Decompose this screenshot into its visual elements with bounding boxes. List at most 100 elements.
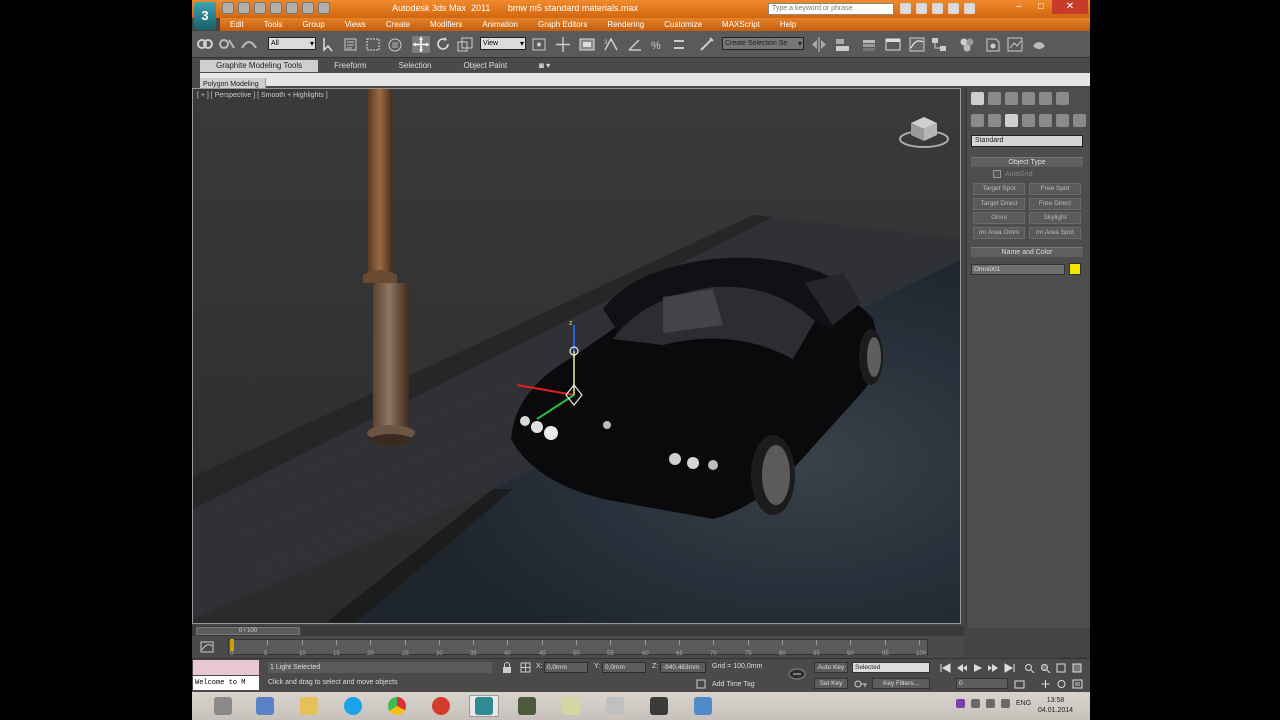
utilities-tab-icon[interactable] (1056, 92, 1069, 105)
taskbar-app-10[interactable] (600, 695, 630, 717)
tray-app-icon[interactable] (956, 699, 965, 708)
x-coordinate-field[interactable]: 0,0mm (544, 662, 588, 673)
tray-flag-icon[interactable] (986, 699, 995, 708)
key-icon[interactable] (854, 678, 868, 690)
taskbar-clock[interactable]: 13:58 04.01.2014 (1038, 696, 1073, 716)
set-key-button[interactable]: Set Key (814, 678, 848, 689)
taskbar-start-app[interactable] (208, 695, 238, 717)
viewcube-icon[interactable] (897, 113, 951, 149)
select-and-scale-icon[interactable] (456, 36, 474, 53)
menu-views[interactable]: Views (335, 18, 376, 31)
layer-manager-icon[interactable] (860, 36, 878, 53)
maximize-button[interactable]: □ (1030, 0, 1052, 14)
hold-icon[interactable] (302, 2, 314, 14)
time-slider[interactable]: 0 / 100 (192, 626, 964, 636)
orbit-icon[interactable] (1056, 679, 1067, 689)
play-icon[interactable] (972, 663, 983, 673)
rectangular-selection-icon[interactable] (364, 36, 382, 53)
taskbar-chrome[interactable] (382, 695, 412, 717)
z-coordinate-field[interactable]: -940,463mm (660, 662, 706, 673)
tab-freeform[interactable]: Freeform (318, 60, 382, 72)
go-to-end-icon[interactable] (1004, 663, 1015, 673)
time-slider-thumb[interactable]: 0 / 100 (196, 627, 300, 635)
open-file-icon[interactable] (238, 2, 250, 14)
menu-help[interactable]: Help (770, 18, 806, 31)
search-input[interactable]: Type a keyword or phrase (768, 3, 894, 15)
pan-view-icon[interactable] (1040, 679, 1051, 689)
mini-curve-editor-icon[interactable] (200, 641, 214, 653)
taskbar-stop-app[interactable] (426, 695, 456, 717)
auto-key-button[interactable]: Auto Key (814, 662, 848, 673)
minimize-button[interactable]: – (1008, 0, 1030, 14)
taskbar-document[interactable] (250, 695, 280, 717)
edit-named-selection-icon[interactable] (698, 36, 716, 53)
name-and-color-rollout[interactable]: Name and Color (971, 247, 1083, 257)
tray-volume-icon[interactable] (1001, 699, 1010, 708)
free-spot-button[interactable]: Free Spot (1029, 183, 1081, 195)
zoom-icon[interactable] (1024, 663, 1035, 673)
graphite-toggle-icon[interactable] (884, 36, 902, 53)
current-frame-marker[interactable] (230, 639, 234, 651)
menu-maxscript[interactable]: MAXScript (712, 18, 770, 31)
tab-graphite-modeling-tools[interactable]: Graphite Modeling Tools (200, 60, 319, 72)
redo-icon[interactable] (286, 2, 298, 14)
mirror-icon[interactable] (810, 36, 828, 53)
target-direct-button[interactable]: Target Direct (973, 198, 1025, 210)
schematic-view-icon[interactable] (930, 36, 948, 53)
space-warps-icon[interactable] (1056, 114, 1069, 127)
align-icon[interactable] (834, 36, 852, 53)
display-tab-icon[interactable] (1039, 92, 1052, 105)
menu-edit[interactable]: Edit (220, 18, 254, 31)
help-icon[interactable] (964, 3, 975, 14)
taskbar-skype[interactable] (338, 695, 368, 717)
ribbon-options-button[interactable]: ◙ ▾ (523, 60, 566, 72)
keyboard-shortcut-override-icon[interactable] (578, 36, 596, 53)
cameras-icon[interactable] (1022, 114, 1035, 127)
close-button[interactable]: ✕ (1052, 0, 1088, 14)
named-selection-sets-dropdown[interactable]: Create Selection Se (722, 37, 804, 50)
render-production-icon[interactable] (1030, 36, 1048, 53)
pivot-center-icon[interactable] (530, 36, 548, 53)
material-editor-icon[interactable] (958, 36, 976, 53)
menu-group[interactable]: Group (292, 18, 334, 31)
maxscript-listener[interactable]: Welcome to M (192, 659, 260, 693)
maximize-viewport-icon[interactable] (1072, 679, 1083, 689)
percent-snap-icon[interactable]: % (648, 36, 666, 53)
zoom-all-icon[interactable] (1040, 663, 1051, 673)
selection-filter-dropdown[interactable]: All (268, 37, 316, 50)
key-mode-dropdown[interactable]: Selected (852, 662, 930, 673)
bind-space-warp-icon[interactable] (240, 36, 258, 53)
absolute-mode-icon[interactable] (520, 662, 531, 673)
tab-selection[interactable]: Selection (383, 60, 448, 72)
menu-rendering[interactable]: Rendering (597, 18, 654, 31)
select-and-move-icon[interactable] (412, 36, 430, 53)
object-name-field[interactable]: Omni001 (971, 264, 1065, 275)
select-and-rotate-icon[interactable] (434, 36, 452, 53)
render-setup-icon[interactable] (984, 36, 1002, 53)
motion-tab-icon[interactable] (1022, 92, 1035, 105)
viewport-label[interactable]: [ + ] [ Perspective ] [ Smooth + Highlig… (197, 92, 328, 99)
taskbar-notes[interactable] (556, 695, 586, 717)
save-icon[interactable] (254, 2, 266, 14)
new-file-icon[interactable] (222, 2, 234, 14)
select-and-manipulate-icon[interactable] (554, 36, 572, 53)
undo-icon[interactable] (270, 2, 282, 14)
autogrid-option[interactable]: AutoGrid (993, 170, 1033, 178)
menu-create[interactable]: Create (376, 18, 420, 31)
shapes-icon[interactable] (988, 114, 1001, 127)
tab-object-paint[interactable]: Object Paint (448, 60, 524, 72)
menu-modifiers[interactable]: Modifiers (420, 18, 472, 31)
favorites-icon[interactable] (948, 3, 959, 14)
menu-tools[interactable]: Tools (254, 18, 293, 31)
unlink-icon[interactable] (218, 36, 236, 53)
maxscript-output[interactable]: Welcome to M (193, 676, 259, 690)
lights-icon[interactable] (1005, 114, 1018, 127)
skylight-button[interactable]: Skylight (1029, 212, 1081, 224)
next-frame-icon[interactable] (988, 663, 999, 673)
geometry-icon[interactable] (971, 114, 984, 127)
select-object-icon[interactable] (320, 36, 338, 53)
autogrid-checkbox[interactable] (993, 170, 1001, 178)
object-type-rollout[interactable]: Object Type (971, 157, 1083, 167)
tray-network-icon[interactable] (971, 699, 980, 708)
menu-animation[interactable]: Animation (472, 18, 528, 31)
